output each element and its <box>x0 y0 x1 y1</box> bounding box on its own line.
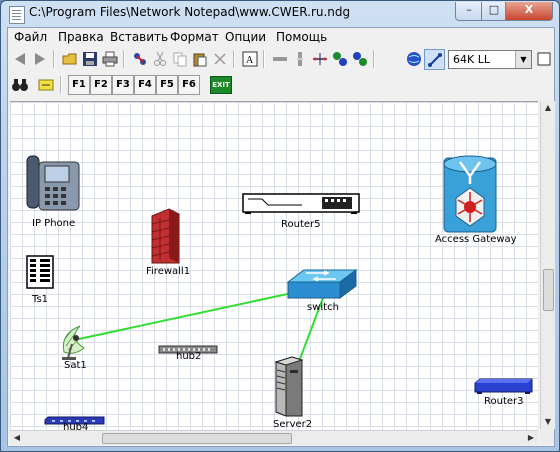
diagram-canvas[interactable]: IP Phone Router5 Access Gateway Firewall… <box>10 101 538 430</box>
back-arrow-icon[interactable] <box>10 49 29 68</box>
exit-button[interactable]: EXIT <box>210 76 232 94</box>
vertical-scroll-thumb[interactable] <box>543 269 554 311</box>
menu-edit[interactable]: Правка <box>58 30 104 44</box>
minimize-button[interactable]: – <box>455 2 483 21</box>
connector-icon[interactable] <box>310 49 329 68</box>
firewall1-label: Firewall1 <box>146 266 191 277</box>
hub4-label: hub4 <box>63 422 89 430</box>
delete-icon[interactable] <box>210 49 229 68</box>
window-title: C:\Program Files\Network Notepad\www.CWE… <box>29 5 351 19</box>
f3-button[interactable]: F3 <box>112 75 134 95</box>
app-window: C:\Program Files\Network Notepad\www.CWE… <box>0 0 560 452</box>
open-folder-icon[interactable] <box>60 49 79 68</box>
document-icon <box>9 6 25 24</box>
client-area: Файл Правка Вставить Формат Опции Помощь… <box>7 27 555 447</box>
title-bar[interactable]: C:\Program Files\Network Notepad\www.CWE… <box>1 1 559 27</box>
horizontal-line-icon[interactable] <box>270 49 289 68</box>
f2-button[interactable]: F2 <box>90 75 112 95</box>
f5-button[interactable]: F5 <box>156 75 178 95</box>
menu-bar: Файл Правка Вставить Формат Опции Помощь <box>8 28 554 46</box>
vertical-line-icon[interactable] <box>290 49 309 68</box>
ip-phone-label: IP Phone <box>32 218 76 229</box>
hub2-label: hub2 <box>176 351 202 362</box>
toolbar-separator <box>233 50 235 68</box>
scroll-left-icon[interactable]: ◀ <box>10 431 24 445</box>
maximize-button[interactable]: □ <box>481 2 507 21</box>
main-toolbar: A 64K LL ▼ <box>8 47 554 71</box>
server-icon[interactable] <box>274 356 304 422</box>
cut-icon[interactable] <box>150 49 169 68</box>
toolbar-separator <box>373 50 375 68</box>
switch-label: switch <box>307 302 339 313</box>
link-sat1-switch <box>78 292 293 340</box>
toolbar-separator <box>60 76 62 94</box>
scroll-up-icon[interactable]: ▲ <box>541 101 555 115</box>
f4-button[interactable]: F4 <box>134 75 156 95</box>
scrollbar-corner <box>540 430 554 444</box>
shape-tool-2-icon[interactable] <box>350 49 369 68</box>
forward-arrow-icon[interactable] <box>30 49 49 68</box>
horizontal-scrollbar[interactable]: ◀ ▶ <box>10 430 538 445</box>
satellite-dish-icon[interactable] <box>58 324 86 364</box>
menu-file[interactable]: Файл <box>14 30 47 44</box>
vertical-scrollbar[interactable]: ▲ ▼ <box>540 101 555 429</box>
secondary-toolbar: F1 F2 F3 F4 F5 F6 EXIT <box>8 73 554 97</box>
firewall-icon[interactable] <box>149 208 181 268</box>
network-tool-icon[interactable] <box>130 49 149 68</box>
menu-insert[interactable]: Вставить <box>110 30 168 44</box>
text-tool-icon[interactable]: A <box>240 49 259 68</box>
access-gateway-label: Access Gateway <box>435 234 517 245</box>
f6-button[interactable]: F6 <box>178 75 200 95</box>
save-disk-icon[interactable] <box>80 49 99 68</box>
server2-label: Server2 <box>273 419 313 430</box>
binoculars-icon[interactable] <box>10 75 29 94</box>
chevron-down-icon[interactable]: ▼ <box>515 51 531 68</box>
router5-label: Router5 <box>281 219 321 230</box>
shape-rectangle-icon[interactable] <box>534 49 553 68</box>
line-speed-select[interactable]: 64K LL ▼ <box>448 50 532 69</box>
terminal-server-icon[interactable] <box>25 255 57 293</box>
globe-icon[interactable] <box>404 49 423 68</box>
toolbar-separator <box>123 50 125 68</box>
link-tool-icon[interactable] <box>424 49 445 70</box>
menu-help[interactable]: Помощь <box>276 30 327 44</box>
scroll-down-icon[interactable]: ▼ <box>541 415 555 429</box>
sat1-label: Sat1 <box>64 360 87 371</box>
close-button[interactable]: X <box>505 2 553 21</box>
line-speed-value: 64K LL <box>453 53 490 66</box>
f1-button[interactable]: F1 <box>68 75 90 95</box>
print-icon[interactable] <box>100 49 119 68</box>
router3-label: Router3 <box>484 396 524 407</box>
shape-tool-icon[interactable] <box>330 49 349 68</box>
menu-options[interactable]: Опции <box>225 30 266 44</box>
scroll-right-icon[interactable]: ▶ <box>524 431 538 445</box>
note-icon[interactable] <box>36 75 55 94</box>
router3-icon[interactable] <box>474 378 534 398</box>
switch-icon[interactable] <box>286 268 358 304</box>
horizontal-scroll-thumb[interactable] <box>102 433 292 444</box>
ip-phone-icon[interactable] <box>25 152 81 216</box>
svg-text:A: A <box>246 55 254 66</box>
copy-icon[interactable] <box>170 49 189 68</box>
access-gateway-icon[interactable] <box>438 154 502 238</box>
menu-format[interactable]: Формат <box>170 30 219 44</box>
toolbar-separator <box>263 50 265 68</box>
toolbar-separator <box>53 50 55 68</box>
paste-icon[interactable] <box>190 49 209 68</box>
ts1-label: Ts1 <box>32 294 49 305</box>
router5-icon[interactable] <box>242 191 360 219</box>
